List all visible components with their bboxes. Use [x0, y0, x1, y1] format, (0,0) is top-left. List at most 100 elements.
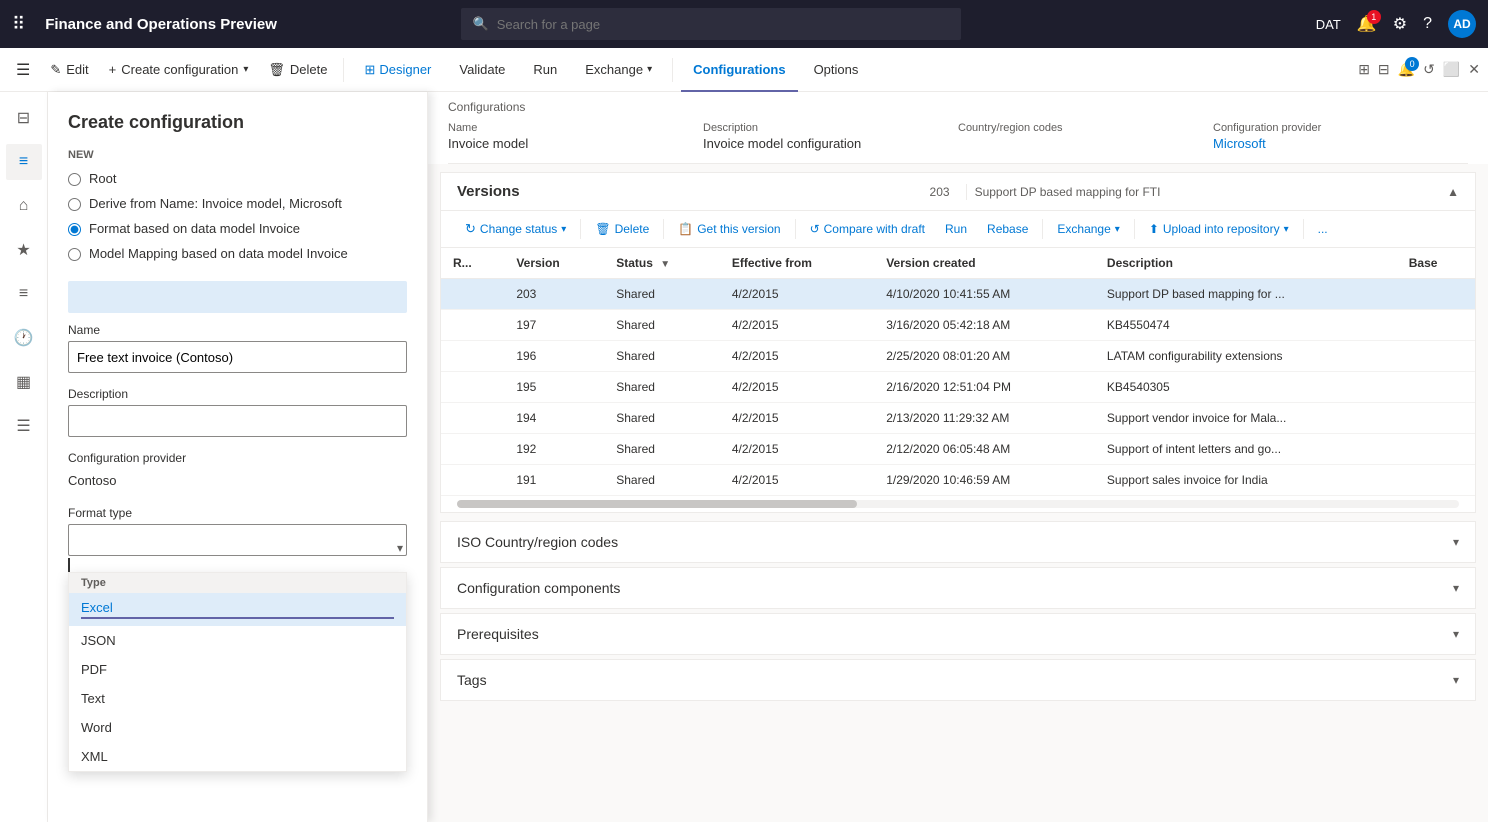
cursor-indicator: [68, 558, 70, 572]
table-row[interactable]: 191 Shared 4/2/2015 1/29/2020 10:46:59 A…: [441, 465, 1475, 496]
cell-status: Shared: [604, 465, 720, 496]
table-row[interactable]: 192 Shared 4/2/2015 2/12/2020 06:05:48 A…: [441, 434, 1475, 465]
table-row[interactable]: 197 Shared 4/2/2015 3/16/2020 05:42:18 A…: [441, 310, 1475, 341]
sidebar-lines-icon[interactable]: ≡: [6, 144, 42, 180]
radio-format-based-input[interactable]: [68, 223, 81, 236]
config-country-field: Country/region codes: [958, 122, 1213, 151]
name-input[interactable]: [68, 341, 407, 373]
dropdown-item-word[interactable]: Word: [69, 713, 406, 742]
collapsible-header[interactable]: Prerequisites ▾: [441, 614, 1475, 654]
avatar[interactable]: AD: [1448, 10, 1476, 38]
dropdown-item-text[interactable]: Text: [69, 684, 406, 713]
col-description[interactable]: Description: [1095, 248, 1397, 279]
search-input[interactable]: [497, 17, 949, 32]
collapsible-header[interactable]: Configuration components ▾: [441, 568, 1475, 608]
notification-icon[interactable]: 🔔 1: [1357, 14, 1377, 34]
versions-table: R... Version Status ▼ Effective from Ver…: [441, 248, 1475, 496]
collapsible-title: Configuration components: [457, 580, 1453, 596]
col-effective-from[interactable]: Effective from: [720, 248, 874, 279]
sidebar-nav-icon[interactable]: ≡: [6, 276, 42, 312]
config-provider-display-value[interactable]: Microsoft: [1213, 136, 1448, 151]
v-sep-2: [663, 219, 664, 239]
settings-icon[interactable]: ⚙: [1393, 14, 1407, 34]
config-name-value: Invoice model: [448, 136, 683, 151]
main-toolbar: ☰ ✎ Edit + Create configuration ▾ 🗑 Dele…: [0, 48, 1488, 92]
versions-toolbar: ↻ Change status ▾ 🗑 Delete 📋 Get this ve…: [441, 211, 1475, 248]
toolbar-icon-2[interactable]: ⊟: [1378, 61, 1390, 78]
radio-root[interactable]: Root: [68, 171, 407, 186]
radio-model-mapping[interactable]: Model Mapping based on data model Invoic…: [68, 246, 407, 261]
table-row[interactable]: 195 Shared 4/2/2015 2/16/2020 12:51:04 P…: [441, 372, 1475, 403]
toolbar-expand-icon[interactable]: ⬜: [1443, 61, 1460, 78]
description-input[interactable]: [68, 405, 407, 437]
get-version-btn[interactable]: 📋 Get this version: [670, 218, 788, 240]
panel-title: Create configuration: [68, 112, 407, 133]
col-status[interactable]: Status ▼: [604, 248, 720, 279]
name-field: Name: [68, 323, 407, 373]
cell-version-created: 3/16/2020 05:42:18 AM: [874, 310, 1095, 341]
radio-root-input[interactable]: [68, 173, 81, 186]
col-base[interactable]: Base: [1397, 248, 1475, 279]
cell-version: 192: [504, 434, 604, 465]
toolbar-close-icon[interactable]: ✕: [1468, 61, 1480, 78]
dropdown-item-excel[interactable]: Excel: [69, 593, 406, 626]
radio-model-mapping-input[interactable]: [68, 248, 81, 261]
table-row[interactable]: 203 Shared 4/2/2015 4/10/2020 10:41:55 A…: [441, 279, 1475, 310]
dropdown-item-json[interactable]: JSON: [69, 626, 406, 655]
sidebar-clock-icon[interactable]: 🕐: [6, 320, 42, 356]
versions-more-btn[interactable]: ...: [1310, 218, 1336, 240]
collapsible-header[interactable]: Tags ▾: [441, 660, 1475, 700]
edit-button[interactable]: ✎ Edit: [42, 54, 96, 86]
versions-run-btn[interactable]: Run: [937, 218, 975, 240]
hamburger-icon[interactable]: ☰: [8, 56, 38, 84]
radio-derive-input[interactable]: [68, 198, 81, 211]
versions-delete-btn[interactable]: 🗑 Delete: [587, 218, 657, 240]
cell-version-created: 2/13/2020 11:29:32 AM: [874, 403, 1095, 434]
help-icon[interactable]: ?: [1423, 15, 1432, 33]
exchange-nav-item[interactable]: Exchange ▾: [573, 48, 664, 92]
toolbar-divider-1: [343, 58, 344, 82]
notification-badge: 1: [1367, 10, 1381, 24]
dropdown-item-xml[interactable]: XML: [69, 742, 406, 771]
collapsible-header[interactable]: ISO Country/region codes ▾: [441, 522, 1475, 562]
col-version-created[interactable]: Version created: [874, 248, 1095, 279]
config-fields: Name Invoice model Description Invoice m…: [448, 122, 1468, 164]
table-row[interactable]: 196 Shared 4/2/2015 2/25/2020 08:01:20 A…: [441, 341, 1475, 372]
designer-nav-item[interactable]: ⊞ Designer: [352, 48, 443, 92]
format-type-dropdown-btn[interactable]: ▾: [397, 541, 403, 555]
sidebar-filter-icon[interactable]: ⊟: [6, 100, 42, 136]
versions-collapse-icon[interactable]: ▲: [1447, 185, 1459, 199]
validate-nav-item[interactable]: Validate: [447, 48, 517, 92]
dropdown-item-pdf[interactable]: PDF: [69, 655, 406, 684]
horizontal-scrollbar[interactable]: [457, 500, 1459, 508]
format-type-input[interactable]: [68, 524, 407, 556]
upload-btn[interactable]: ⬆ Upload into repository ▾: [1141, 218, 1297, 240]
toolbar-icon-3[interactable]: 🔔 0: [1398, 61, 1415, 78]
sidebar-home-icon[interactable]: ⌂: [6, 188, 42, 224]
table-row[interactable]: 194 Shared 4/2/2015 2/13/2020 11:29:32 A…: [441, 403, 1475, 434]
change-status-btn[interactable]: ↻ Change status ▾: [457, 217, 574, 241]
versions-header: Versions 203 Support DP based mapping fo…: [441, 173, 1475, 211]
compare-draft-btn[interactable]: ↺ Compare with draft: [802, 218, 933, 240]
versions-title: Versions: [457, 183, 930, 200]
col-version[interactable]: Version: [504, 248, 604, 279]
search-bar[interactable]: 🔍: [461, 8, 961, 40]
cell-base: [1397, 403, 1475, 434]
configurations-nav-item[interactable]: Configurations: [681, 48, 797, 92]
create-config-button[interactable]: + Create configuration ▾: [101, 54, 257, 86]
sidebar-star-icon[interactable]: ★: [6, 232, 42, 268]
toolbar-icon-1[interactable]: ⊞: [1358, 61, 1370, 78]
sidebar-grid-icon[interactable]: ▦: [6, 364, 42, 400]
radio-derive[interactable]: Derive from Name: Invoice model, Microso…: [68, 196, 407, 211]
radio-format-based[interactable]: Format based on data model Invoice: [68, 221, 407, 236]
options-nav-item[interactable]: Options: [802, 48, 871, 92]
content-header: Configurations Name Invoice model Descri…: [428, 92, 1488, 164]
app-grid-icon[interactable]: ⠿: [12, 14, 25, 35]
toolbar-refresh-icon[interactable]: ↺: [1423, 61, 1435, 78]
delete-button[interactable]: 🗑 Delete: [260, 54, 335, 86]
sidebar-list-icon[interactable]: ☰: [6, 408, 42, 444]
versions-exchange-btn[interactable]: Exchange ▾: [1049, 218, 1127, 240]
run-nav-item[interactable]: Run: [521, 48, 569, 92]
toolbar-divider-2: [672, 58, 673, 82]
rebase-btn[interactable]: Rebase: [979, 218, 1036, 240]
